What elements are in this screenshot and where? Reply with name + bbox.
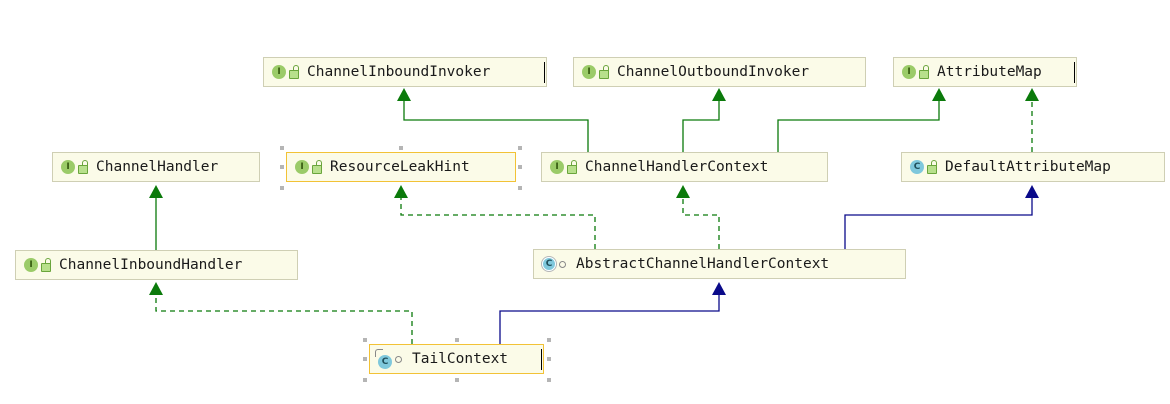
node-label: AbstractChannelHandlerContext [576, 256, 830, 272]
public-visibility-icon [567, 159, 577, 174]
package-private-icon [395, 355, 402, 363]
resize-handle[interactable] [280, 165, 284, 169]
node-label: ChannelHandlerContext [585, 159, 769, 175]
node-channel-handler[interactable]: I ChannelHandler [52, 152, 260, 182]
node-label: ResourceLeakHint [330, 159, 470, 175]
node-label: AttributeMap [937, 64, 1042, 80]
resize-handle[interactable] [363, 378, 367, 382]
node-channel-outbound-invoker[interactable]: I ChannelOutboundInvoker [573, 57, 866, 87]
resize-handle[interactable] [363, 357, 367, 361]
node-label: ChannelOutboundInvoker [617, 64, 810, 80]
edge-context-to-outbound-invoker [682, 88, 726, 152]
node-label: ChannelInboundInvoker [307, 64, 491, 80]
resize-handle[interactable] [280, 186, 284, 190]
resize-handle[interactable] [399, 146, 403, 150]
resize-handle[interactable] [547, 338, 551, 342]
node-channel-inbound-invoker[interactable]: I ChannelInboundInvoker [263, 57, 547, 87]
resize-handle[interactable] [547, 378, 551, 382]
resize-handle[interactable] [518, 146, 522, 150]
interface-icon: I [550, 160, 564, 174]
node-default-attribute-map[interactable]: C DefaultAttributeMap [901, 152, 1165, 182]
edge-tail-context-to-inbound-handler [149, 282, 413, 344]
edge-abstract-context-to-resource-leak-hint [394, 185, 596, 249]
edge-default-attribute-map-to-attribute-map [1025, 88, 1039, 152]
edge-tail-context-to-abstract-context [499, 282, 726, 344]
interface-icon: I [61, 160, 75, 174]
interface-icon: I [902, 65, 916, 79]
abstract-class-icon: C [542, 257, 556, 271]
interface-icon: I [272, 65, 286, 79]
edge-abstract-context-to-default-attribute-map [844, 185, 1039, 249]
node-channel-inbound-handler[interactable]: I ChannelInboundHandler [15, 250, 298, 280]
node-channel-handler-context[interactable]: I ChannelHandlerContext [541, 152, 828, 182]
interface-icon: I [295, 160, 309, 174]
resize-handle[interactable] [280, 146, 284, 150]
node-resource-leak-hint[interactable]: I ResourceLeakHint [286, 152, 516, 182]
public-visibility-icon [599, 64, 609, 79]
class-badge: C [378, 355, 392, 369]
package-private-icon [559, 260, 566, 268]
edge-context-to-attribute-map [777, 88, 946, 152]
inner-class-mark [375, 349, 383, 357]
node-attribute-map[interactable]: I AttributeMap [893, 57, 1077, 87]
class-icon: C [910, 160, 924, 174]
node-label: ChannelHandler [96, 159, 219, 175]
edge-context-to-inbound-invoker [397, 88, 589, 152]
public-visibility-icon [919, 64, 929, 79]
resize-handle[interactable] [455, 378, 459, 382]
resize-handle[interactable] [547, 357, 551, 361]
resize-handle[interactable] [518, 186, 522, 190]
edge-inbound-handler-to-channel-handler [149, 185, 163, 250]
resize-handle[interactable] [363, 338, 367, 342]
public-visibility-icon [78, 159, 88, 174]
uml-diagram-canvas: I ChannelInboundInvoker I ChannelOutboun… [0, 0, 1170, 404]
resize-handle[interactable] [455, 338, 459, 342]
node-label: TailContext [412, 351, 509, 367]
node-tail-context[interactable]: C TailContext [369, 344, 544, 374]
interface-icon: I [24, 258, 38, 272]
public-visibility-icon [927, 159, 937, 174]
public-visibility-icon [289, 64, 299, 79]
public-visibility-icon [312, 159, 322, 174]
node-label: DefaultAttributeMap [945, 159, 1111, 175]
resize-handle[interactable] [518, 165, 522, 169]
node-abstract-channel-handler-context[interactable]: C AbstractChannelHandlerContext [533, 249, 906, 279]
node-label: ChannelInboundHandler [59, 257, 243, 273]
edge-abstract-context-to-channel-handler-context [676, 185, 720, 249]
interface-icon: I [582, 65, 596, 79]
class-icon: C [375, 349, 392, 369]
public-visibility-icon [41, 257, 51, 272]
